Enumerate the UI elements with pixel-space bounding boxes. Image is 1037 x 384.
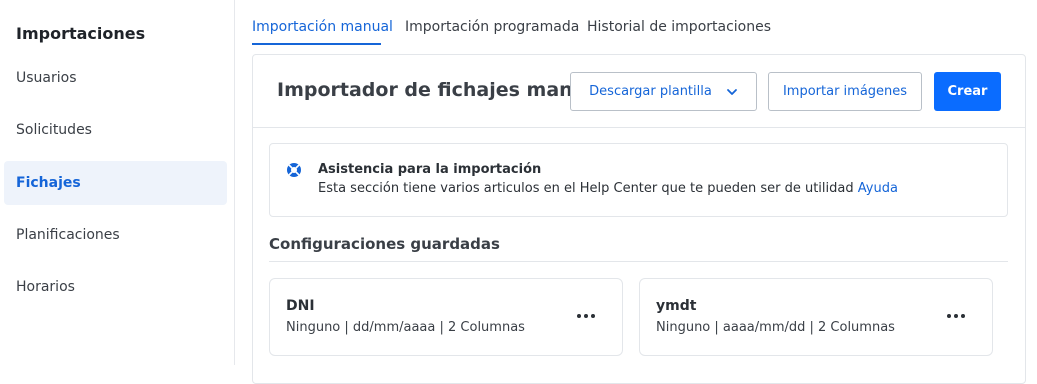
more-horizontal-icon[interactable] — [946, 309, 966, 323]
sidebar-item-label: Planificaciones — [16, 227, 120, 243]
sidebar-item-planificaciones[interactable]: Planificaciones — [4, 213, 227, 257]
section-divider — [269, 261, 1008, 262]
config-name: ymdt — [656, 298, 697, 314]
download-template-button[interactable]: Descargar plantilla — [570, 72, 757, 111]
lifebuoy-icon — [287, 163, 301, 177]
import-images-button[interactable]: Importar imágenes — [768, 72, 922, 111]
tab-importacion-programada[interactable]: Importación programada — [405, 19, 579, 35]
page-title: Importador de fichajes manual — [277, 79, 606, 101]
assistance-text: Esta sección tiene varios articulos en e… — [318, 181, 898, 196]
create-button[interactable]: Crear — [934, 72, 1001, 111]
sidebar-item-label: Solicitudes — [16, 122, 92, 138]
config-description: Ninguno | aaaa/mm/dd | 2 Columnas — [656, 320, 895, 335]
sidebar-item-fichajes[interactable]: Fichajes — [4, 161, 227, 205]
config-card-ymdt[interactable]: ymdt Ninguno | aaaa/mm/dd | 2 Columnas — [639, 278, 993, 356]
sidebar-item-label: Usuarios — [16, 70, 77, 86]
sidebar-item-solicitudes[interactable]: Solicitudes — [4, 108, 227, 152]
active-tab-indicator — [252, 43, 381, 45]
tab-historial-importaciones[interactable]: Historial de importaciones — [587, 19, 771, 35]
config-name: DNI — [286, 298, 315, 314]
more-horizontal-icon[interactable] — [576, 309, 596, 323]
saved-configs-title: Configuraciones guardadas — [269, 235, 500, 253]
sidebar-item-horarios[interactable]: Horarios — [4, 265, 227, 309]
card-header: Importador de fichajes manual Descargar … — [253, 55, 1025, 128]
sidebar-item-label: Horarios — [16, 279, 75, 295]
sidebar-item-label: Fichajes — [16, 175, 81, 191]
config-description: Ninguno | dd/mm/aaaa | 2 Columnas — [286, 320, 525, 335]
chevron-down-icon — [726, 88, 737, 95]
assistance-description: Esta sección tiene varios articulos en e… — [318, 181, 854, 196]
assistance-title: Asistencia para la importación — [318, 162, 542, 177]
help-link[interactable]: Ayuda — [858, 181, 898, 196]
sidebar-title: Importaciones — [16, 24, 146, 43]
download-template-label: Descargar plantilla — [589, 84, 712, 99]
tab-importacion-manual[interactable]: Importación manual — [252, 19, 393, 35]
import-assistance-box: Asistencia para la importación Esta secc… — [269, 143, 1008, 217]
config-card-dni[interactable]: DNI Ninguno | dd/mm/aaaa | 2 Columnas — [269, 278, 623, 356]
sidebar-item-usuarios[interactable]: Usuarios — [4, 56, 227, 100]
sidebar: Importaciones Usuarios Solicitudes Ficha… — [0, 0, 235, 365]
